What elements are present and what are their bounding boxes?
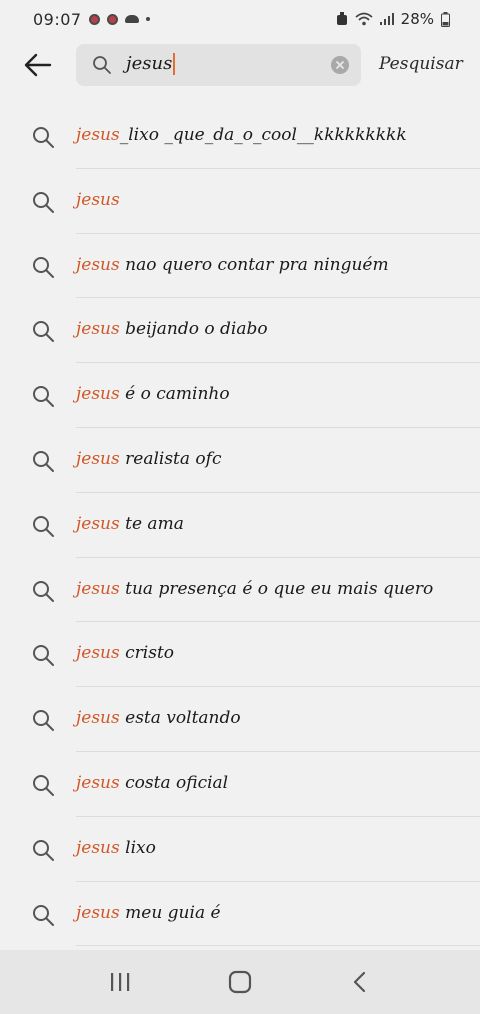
suggestion-item[interactable]: jesus cristo [0,622,480,688]
suggestion-text: jesus_lixo _que_da_o_cool__kkkkkkkkk [76,125,407,145]
suggestion-item[interactable]: jesus nao quero contar pra ninguém [0,234,480,299]
suggestion-text: jesus nao quero contar pra ninguém [76,255,389,275]
wifi-icon [355,12,373,26]
suggestion-item[interactable]: jesus realista ofc [0,428,480,493]
search-icon [31,514,55,542]
status-time: 09:07 [33,9,82,29]
search-query-text: jesus [126,53,173,74]
suggestion-text: jesus cristo [76,643,174,663]
navigation-bar [0,950,480,1014]
notification-app-icon [106,13,118,25]
suggestion-text: jesus meu guia é [76,903,221,923]
battery-level: 28% [400,10,434,28]
system-back-button[interactable] [340,962,380,1002]
suggestion-highlight: jesus [76,578,120,599]
suggestion-text: jesus lixo [76,838,156,858]
suggestion-item[interactable]: jesus esta voltando [0,687,480,752]
signal-icon [379,13,394,25]
suggestion-rest: tua presença é o que eu mais quero [119,578,434,599]
arrow-left-icon [24,53,52,77]
text-caret [173,53,176,75]
suggestion-text: jesus tua presença é o que eu mais quero [76,579,433,599]
search-icon [31,190,55,218]
search-icon [31,319,55,347]
search-icon [31,643,55,671]
suggestion-text: jesus te ama [76,514,184,534]
search-query: jesus [126,53,176,75]
search-icon [93,56,111,74]
suggestion-text: jesus realista ofc [76,449,221,469]
suggestion-highlight: jesus [76,837,120,858]
suggestion-item[interactable]: jesus tua presença é o que eu mais quero [0,558,480,623]
clear-button[interactable] [331,56,349,74]
search-header: jesus Pesquisar [0,42,480,88]
suggestion-text: jesus beijando o diabo [76,319,268,339]
suggestion-rest: _lixo _que_da_o_cool__kkkkkkkkk [119,125,407,145]
suggestion-list: jesus_lixo _que_da_o_cool__kkkkkkkkk jes… [0,104,480,947]
search-icon [31,838,55,866]
suggestion-highlight: jesus [76,708,120,729]
more-notifications-icon [145,17,150,21]
alarm-icon [336,12,347,25]
cloud-icon [124,15,139,23]
suggestion-highlight: jesus [76,384,120,405]
suggestion-rest: esta voltando [119,708,241,729]
suggestion-highlight: jesus [76,643,120,664]
suggestion-item[interactable]: jesus beijando o diabo [0,298,480,364]
status-left: 09:07 [33,10,150,29]
suggestion-rest: meu guia é [119,902,221,923]
suggestion-text: jesus [76,190,120,210]
search-icon [31,125,55,153]
status-right: 28% [336,10,450,28]
suggestion-item[interactable]: jesus_lixo _que_da_o_cool__kkkkkkkkk [0,104,480,169]
suggestion-highlight: jesus [76,254,120,275]
suggestion-rest: beijando o diabo [119,319,268,340]
suggestion-rest: realista ofc [119,448,222,469]
suggestion-highlight: jesus [76,189,120,210]
suggestion-highlight: jesus [76,319,120,340]
search-icon [31,708,55,736]
clear-icon [336,61,344,69]
recent-apps-button[interactable] [100,962,140,1002]
notification-app-icon [88,13,100,25]
status-bar: 09:07 28% [0,0,480,38]
search-icon [31,773,55,801]
suggestion-item[interactable]: jesus costa oficial [0,752,480,817]
recent-apps-icon [111,973,130,991]
suggestion-rest: cristo [119,643,175,664]
suggestion-text: jesus costa oficial [76,773,228,793]
suggestion-item[interactable]: jesus te ama [0,493,480,558]
search-submit-button[interactable]: Pesquisar [379,54,463,74]
suggestion-item[interactable]: jesus lixo [0,817,480,882]
back-icon [353,971,366,993]
suggestion-highlight: jesus [76,125,120,145]
suggestion-item[interactable]: jesus é o caminho [0,363,480,428]
search-icon [31,903,55,931]
battery-icon [441,11,450,27]
search-icon [31,579,55,607]
search-icon [31,449,55,477]
suggestion-highlight: jesus [76,772,120,793]
back-button[interactable] [22,50,54,80]
suggestion-rest: é o caminho [119,384,230,405]
home-icon [228,970,252,994]
suggestion-rest: nao quero contar pra ninguém [119,254,389,275]
suggestion-item[interactable]: jesus meu guia é [0,882,480,947]
search-input[interactable]: jesus [76,44,361,86]
divider [76,945,480,947]
suggestion-rest: costa oficial [119,772,229,793]
suggestion-text: jesus esta voltando [76,708,241,728]
suggestion-highlight: jesus [76,902,120,923]
search-icon [31,255,55,283]
suggestion-rest: te ama [119,513,184,534]
suggestion-text: jesus é o caminho [76,384,230,404]
suggestion-item[interactable]: jesus [0,169,480,234]
search-icon [31,384,55,412]
home-button[interactable] [220,962,260,1002]
suggestion-highlight: jesus [76,513,120,534]
suggestion-highlight: jesus [76,448,120,469]
suggestion-rest: lixo [119,837,156,858]
